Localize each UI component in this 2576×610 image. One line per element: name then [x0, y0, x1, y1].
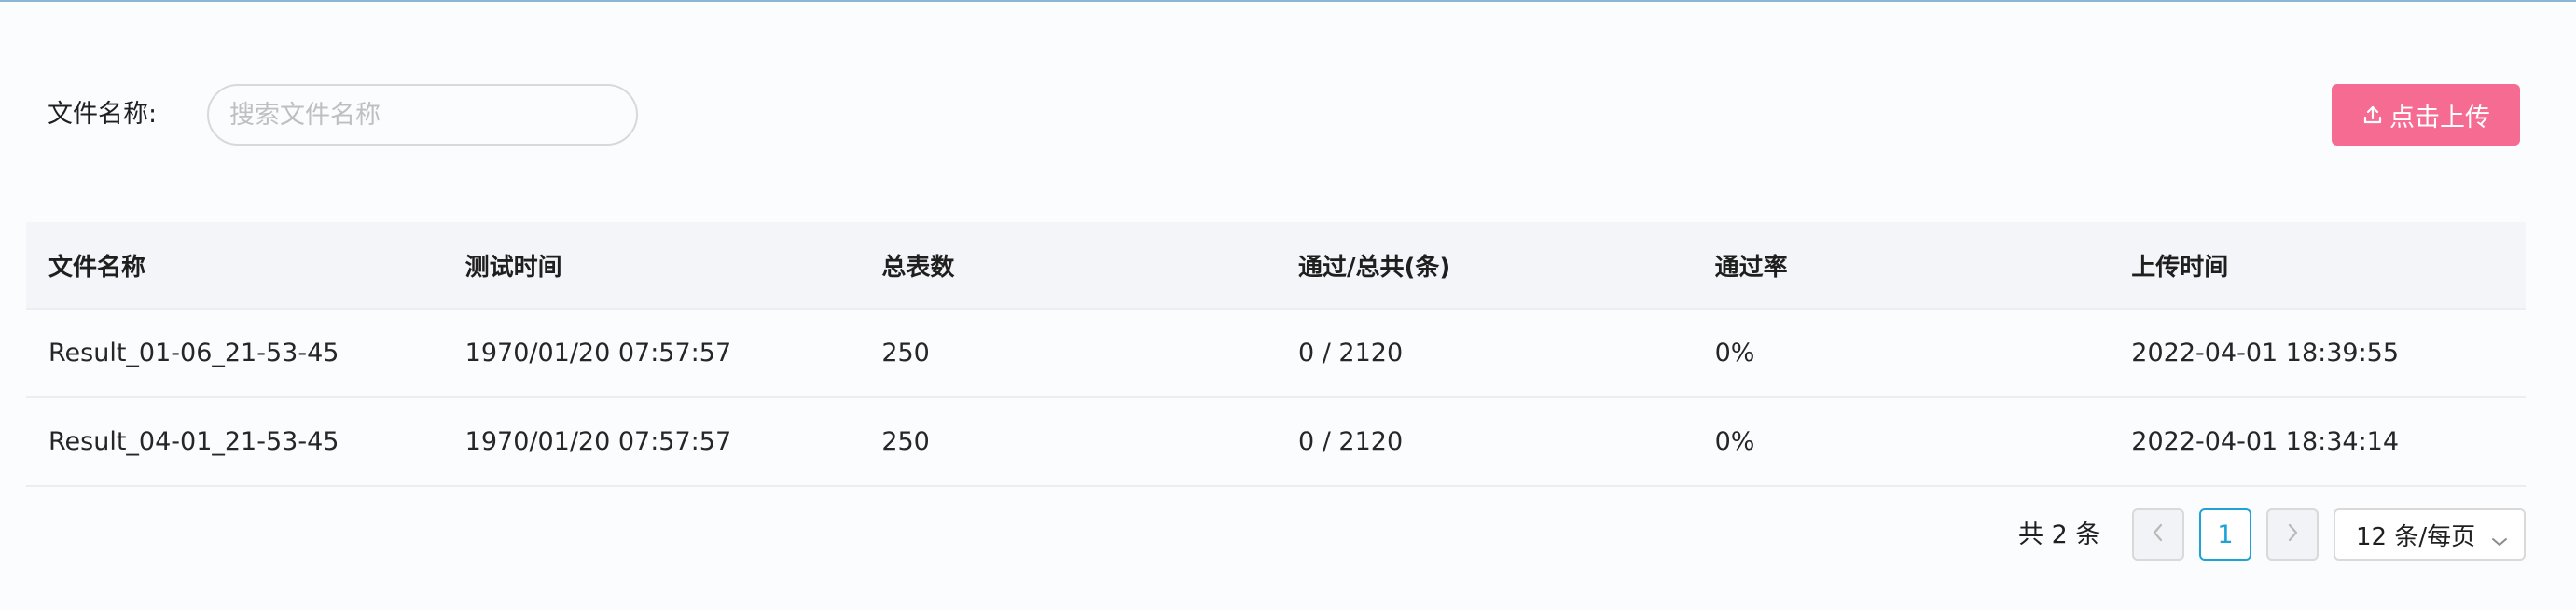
- cell-test-time: 1970/01/20 07:57:57: [464, 339, 732, 367]
- table-row[interactable]: Result_04-01_21-53-45 1970/01/20 07:57:5…: [26, 398, 2526, 487]
- cell-filename: Result_04-01_21-53-45: [48, 427, 339, 456]
- upload-icon: [2361, 104, 2384, 126]
- upload-button-label: 点击上传: [2389, 103, 2490, 132]
- column-header-test-time[interactable]: 测试时间: [443, 248, 860, 283]
- top-border: [0, 0, 2576, 2]
- column-header-upload-time[interactable]: 上传时间: [2109, 248, 2526, 283]
- table-header-row: 文件名称 测试时间 总表数 通过/总共(条) 通过率 上传时间: [26, 222, 2526, 310]
- chevron-down-icon: [2490, 527, 2509, 555]
- filename-search-input[interactable]: [207, 84, 638, 146]
- cell-pass-rate: 0%: [1714, 427, 1755, 456]
- cell-upload-time: 2022-04-01 18:39:55: [2131, 339, 2400, 367]
- cell-filename: Result_01-06_21-53-45: [48, 339, 339, 367]
- column-header-passed-total[interactable]: 通过/总共(条): [1276, 248, 1693, 283]
- column-header-pass-rate[interactable]: 通过率: [1693, 248, 2110, 283]
- pagination-prev-button[interactable]: [2132, 508, 2184, 561]
- cell-passed-total: 0 / 2120: [1297, 339, 1404, 367]
- pagination-total: 共 2 条: [2018, 520, 2101, 549]
- column-header-filename[interactable]: 文件名称: [26, 248, 443, 283]
- cell-passed-total: 0 / 2120: [1297, 427, 1404, 456]
- cell-total-tables: 250: [881, 427, 930, 456]
- column-header-total-tables[interactable]: 总表数: [859, 248, 1276, 283]
- chevron-left-icon: [2150, 522, 2167, 547]
- page-size-label: 12 条/每页: [2356, 522, 2476, 551]
- pagination-next-button[interactable]: [2266, 508, 2319, 561]
- upload-button[interactable]: 点击上传: [2332, 84, 2520, 146]
- chevron-right-icon: [2284, 522, 2301, 547]
- page-size-select[interactable]: 12 条/每页: [2334, 508, 2526, 561]
- cell-upload-time: 2022-04-01 18:34:14: [2131, 427, 2400, 456]
- file-results-table: 文件名称 测试时间 总表数 通过/总共(条) 通过率 上传时间 Result_0…: [26, 222, 2526, 487]
- cell-test-time: 1970/01/20 07:57:57: [464, 427, 732, 456]
- cell-pass-rate: 0%: [1714, 339, 1755, 367]
- table-row[interactable]: Result_01-06_21-53-45 1970/01/20 07:57:5…: [26, 310, 2526, 398]
- pagination-page-1[interactable]: 1: [2199, 508, 2251, 561]
- cell-total-tables: 250: [881, 339, 930, 367]
- filename-filter-label: 文件名称:: [48, 100, 158, 129]
